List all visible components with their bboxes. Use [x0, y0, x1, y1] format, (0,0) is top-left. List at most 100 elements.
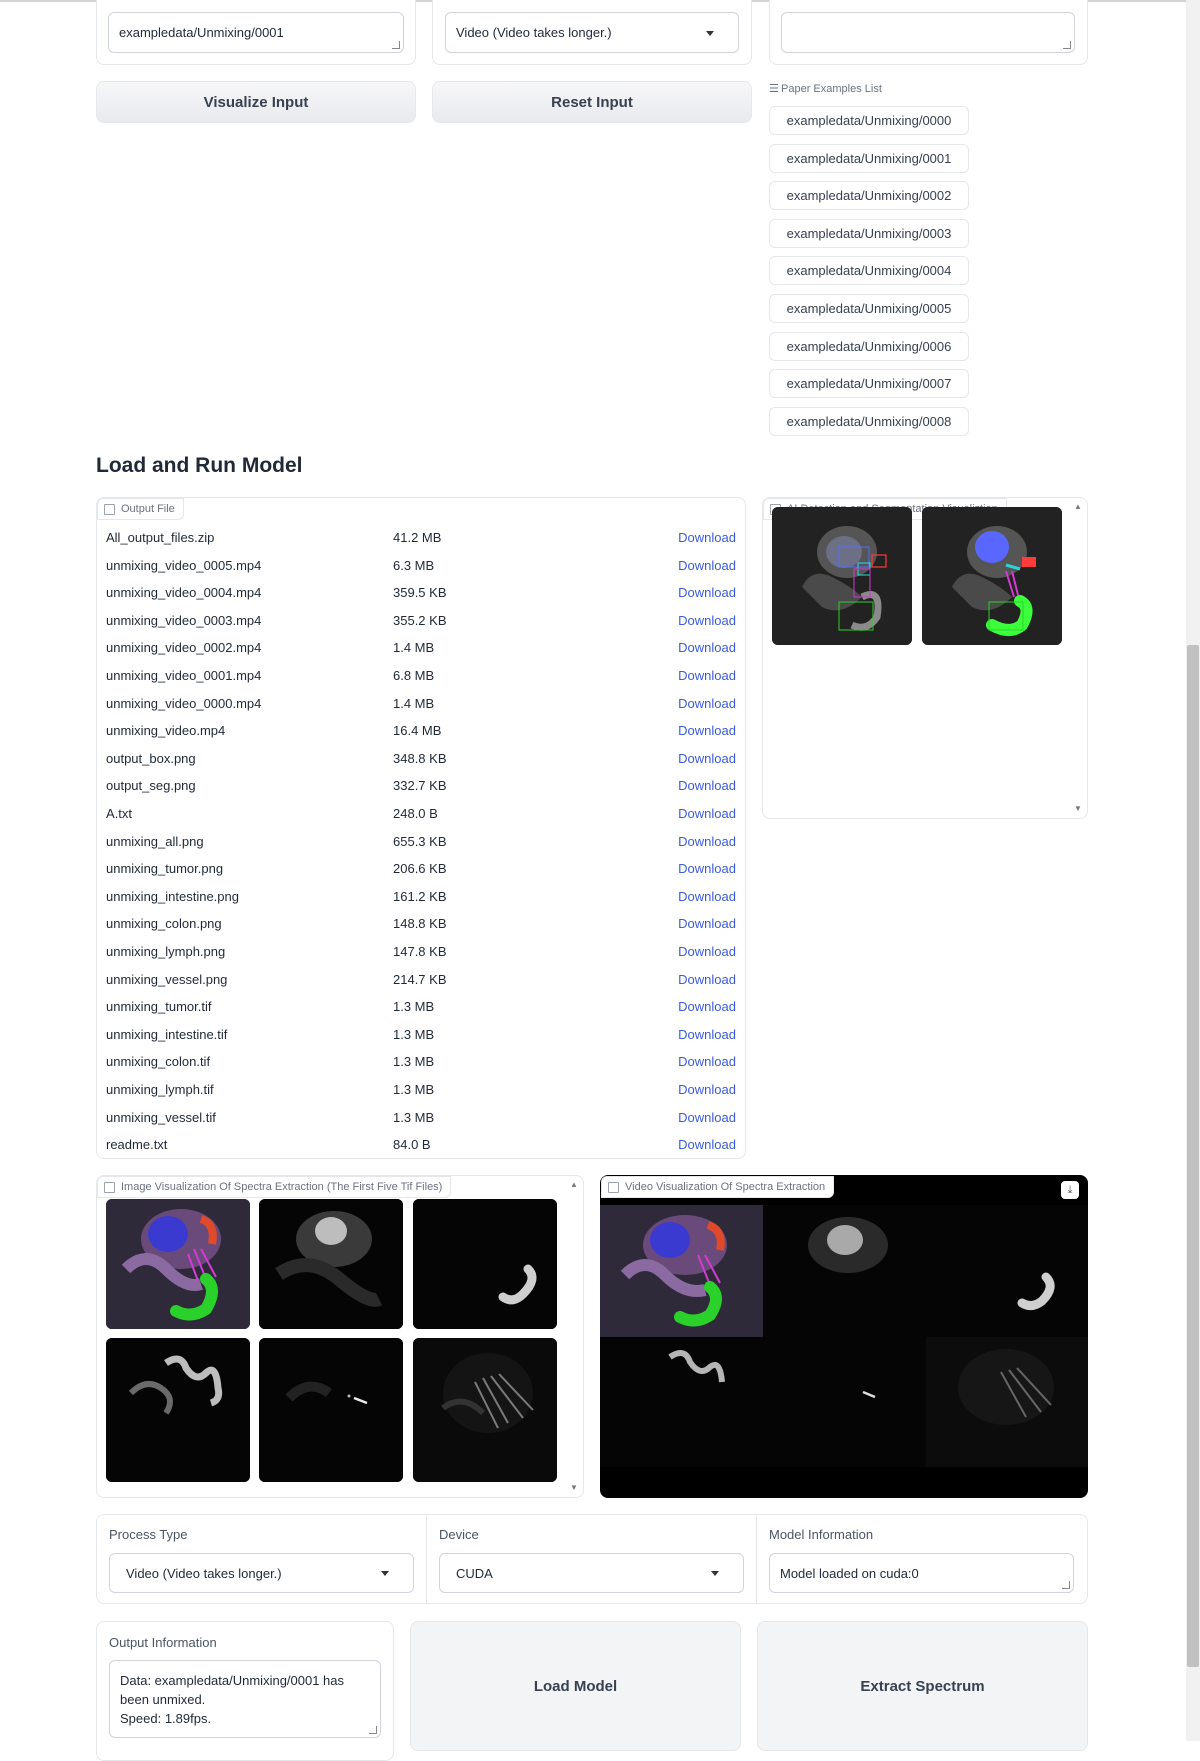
download-link[interactable]: Download — [673, 696, 736, 711]
file-size: 148.8 KB — [393, 915, 447, 931]
download-link[interactable]: Download — [673, 668, 736, 683]
file-name: unmixing_video_0000.mp4 — [106, 695, 262, 711]
download-link[interactable]: Download — [673, 1137, 736, 1152]
download-link[interactable]: Download — [673, 834, 736, 849]
download-link[interactable]: Download — [673, 889, 736, 904]
spectra-image-intestine[interactable] — [413, 1199, 557, 1329]
model-info-value: Model loaded on cuda:0 — [780, 1565, 919, 1581]
file-row: unmixing_all.png 655.3 KB Download — [106, 829, 736, 853]
file-size: 16.4 MB — [393, 722, 442, 738]
file-name: unmixing_intestine.tif — [106, 1026, 228, 1042]
video-frame-intestine[interactable] — [926, 1205, 1088, 1337]
download-link[interactable]: Download — [673, 723, 736, 738]
page-scrollbar-thumb[interactable] — [1187, 645, 1199, 1667]
ai-scroll-up-icon[interactable]: ▲ — [1074, 502, 1082, 511]
file-size: 359.5 KB — [393, 584, 447, 600]
ai-detection-box-image[interactable] — [772, 507, 912, 645]
download-link[interactable]: Download — [673, 999, 736, 1014]
ai-scroll-down-icon[interactable]: ▼ — [1074, 804, 1082, 813]
download-link[interactable]: Download — [673, 916, 736, 931]
file-name: readme.txt — [106, 1136, 168, 1152]
file-size: 41.2 MB — [393, 529, 442, 545]
file-row: unmixing_intestine.tif 1.3 MB Download — [106, 1022, 736, 1046]
download-link[interactable]: Download — [673, 530, 736, 545]
download-link[interactable]: Download — [673, 806, 736, 821]
spectra-image-vessel[interactable] — [413, 1338, 557, 1482]
file-name: unmixing_lymph.tif — [106, 1081, 214, 1097]
file-size: 147.8 KB — [393, 943, 447, 959]
download-link[interactable]: Download — [673, 1027, 736, 1042]
file-size: 348.8 KB — [393, 750, 447, 766]
dropdown-caret-icon — [711, 1571, 719, 1576]
file-row: unmixing_colon.png 148.8 KB Download — [106, 911, 736, 935]
example-item[interactable]: exampledata/Unmixing/0005 — [769, 294, 969, 323]
resize-handle-icon[interactable] — [1063, 41, 1071, 49]
download-link[interactable]: Download — [673, 972, 736, 987]
resize-handle-icon[interactable] — [369, 1726, 377, 1734]
process-type-top-dropdown[interactable]: Video (Video takes longer.) — [445, 12, 739, 53]
file-row: output_seg.png 332.7 KB Download — [106, 773, 736, 797]
download-link[interactable]: Download — [673, 613, 736, 628]
file-row: unmixing_video.mp4 16.4 MB Download — [106, 718, 736, 742]
video-frame-tumor[interactable] — [763, 1205, 926, 1337]
resize-handle-icon[interactable] — [392, 41, 400, 49]
file-row: unmixing_video_0003.mp4 355.2 KB Download — [106, 608, 736, 632]
download-link[interactable]: Download — [673, 778, 736, 793]
data-path-input[interactable]: exampledata/Unmixing/0001 — [108, 12, 404, 53]
output-file-label: Output File — [121, 503, 175, 515]
spectra-image-lymph[interactable] — [259, 1338, 403, 1482]
example-item[interactable]: exampledata/Unmixing/0001 — [769, 144, 969, 173]
image-viz-scroll-down-icon[interactable]: ▼ — [570, 1483, 578, 1492]
download-link[interactable]: Download — [673, 558, 736, 573]
download-link[interactable]: Download — [673, 1110, 736, 1125]
file-icon — [104, 503, 115, 515]
reset-input-button[interactable]: Reset Input — [432, 81, 752, 123]
file-size: 6.3 MB — [393, 557, 435, 573]
file-name: unmixing_tumor.tif — [106, 998, 212, 1014]
output-info-line2: been unmixed. — [120, 1691, 206, 1707]
spectra-image-colon[interactable] — [106, 1338, 250, 1482]
image-viz-label: Image Visualization Of Spectra Extractio… — [121, 1181, 443, 1193]
extract-spectrum-button[interactable]: Extract Spectrum — [757, 1621, 1088, 1751]
image-viz-scroll-up-icon[interactable]: ▲ — [570, 1180, 578, 1189]
download-link[interactable]: Download — [673, 861, 736, 876]
process-type-dropdown[interactable]: Video (Video takes longer.) — [109, 1553, 414, 1593]
model-info-field[interactable]: Model loaded on cuda:0 — [769, 1553, 1074, 1593]
example-item[interactable]: exampledata/Unmixing/0003 — [769, 219, 969, 248]
video-frame-vessel[interactable] — [926, 1337, 1088, 1467]
file-name: A.txt — [106, 805, 133, 821]
process-type-value: Video (Video takes longer.) — [126, 1565, 282, 1581]
spectra-image-all[interactable] — [106, 1199, 250, 1329]
file-row: unmixing_lymph.png 147.8 KB Download — [106, 939, 736, 963]
device-label: Device — [439, 1527, 479, 1542]
download-link[interactable]: Download — [673, 751, 736, 766]
spectra-image-tumor[interactable] — [259, 1199, 403, 1329]
example-item[interactable]: exampledata/Unmixing/0006 — [769, 332, 969, 361]
load-model-button[interactable]: Load Model — [410, 1621, 741, 1751]
example-item[interactable]: exampledata/Unmixing/0002 — [769, 181, 969, 210]
file-size: 1.3 MB — [393, 1053, 435, 1069]
download-link[interactable]: Download — [673, 1054, 736, 1069]
visualize-input-button[interactable]: Visualize Input — [96, 81, 416, 123]
resize-handle-icon[interactable] — [1062, 1581, 1070, 1589]
file-name: unmixing_vessel.png — [106, 971, 228, 987]
video-viz-tag: Video Visualization Of Spectra Extractio… — [601, 1176, 835, 1198]
example-item[interactable]: exampledata/Unmixing/0008 — [769, 407, 969, 436]
download-link[interactable]: Download — [673, 585, 736, 600]
video-frame-all[interactable] — [600, 1205, 763, 1337]
download-icon[interactable]: ⤓ — [1061, 1181, 1079, 1199]
ai-segmentation-image[interactable] — [922, 507, 1062, 645]
example-item[interactable]: exampledata/Unmixing/0000 — [769, 106, 969, 135]
output-info-field[interactable]: Data: exampledata/Unmixing/0001 has been… — [109, 1660, 381, 1738]
download-link[interactable]: Download — [673, 944, 736, 959]
example-item[interactable]: exampledata/Unmixing/0004 — [769, 256, 969, 285]
download-link[interactable]: Download — [673, 640, 736, 655]
file-row: All_output_files.zip 41.2 MB Download — [106, 525, 736, 549]
download-link[interactable]: Download — [673, 1082, 736, 1097]
device-dropdown[interactable]: CUDA — [439, 1553, 744, 1593]
third-top-input[interactable] — [781, 12, 1075, 53]
video-frame-lymph[interactable] — [763, 1337, 926, 1467]
video-frame-colon[interactable] — [600, 1337, 763, 1467]
image-viz-tag: Image Visualization Of Spectra Extractio… — [97, 1176, 452, 1198]
example-item[interactable]: exampledata/Unmixing/0007 — [769, 369, 969, 398]
